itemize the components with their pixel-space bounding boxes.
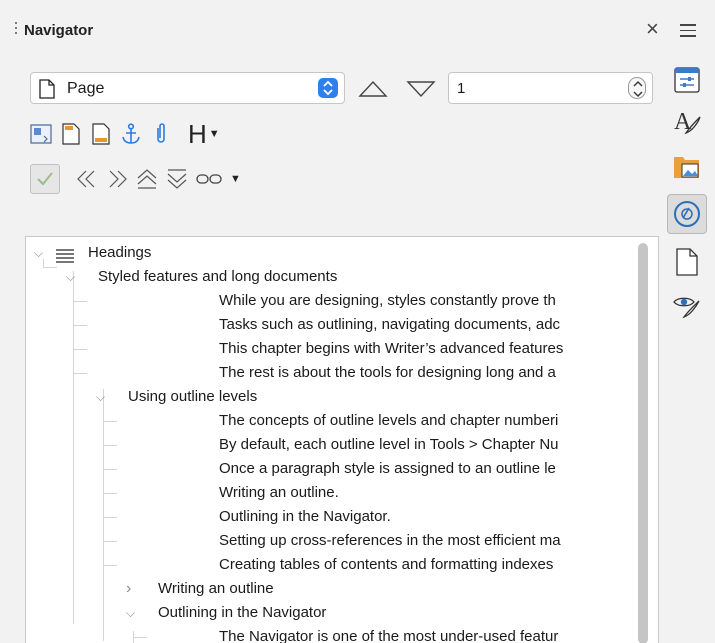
tree-guide: [133, 637, 147, 638]
chevron-down-icon[interactable]: ⌵: [126, 601, 135, 625]
navigator-icon[interactable]: [667, 194, 707, 234]
tree-item-label: Using outline levels: [128, 388, 258, 405]
tree-item[interactable]: Once a paragraph style is assigned to an…: [26, 457, 640, 481]
demote-chapter-icon[interactable]: [106, 167, 128, 191]
tree-guide: [103, 421, 117, 422]
promote-level-icon[interactable]: [136, 167, 158, 191]
drag-grip-icon[interactable]: [14, 22, 18, 38]
chevron-right-icon[interactable]: ›: [126, 577, 131, 601]
navigator-tree[interactable]: ⌵ Headings ⌵ Styled features and long doc…: [25, 236, 659, 643]
panel-title: Navigator: [24, 22, 94, 39]
tree-guide: [73, 325, 87, 326]
tree-item-label: While you are designing, styles constant…: [219, 292, 556, 309]
headings-icon: [56, 247, 74, 265]
page-icon: [39, 79, 55, 103]
tree-item[interactable]: The rest is about the tools for designin…: [26, 361, 640, 385]
page-number-field[interactable]: 1: [448, 72, 653, 104]
gallery-icon[interactable]: [667, 146, 707, 186]
tree-heading[interactable]: › Writing an outline: [26, 577, 640, 601]
tree-item-label: Writing an outline: [158, 580, 274, 597]
title-bar: Navigator ×: [0, 0, 715, 56]
tree-item[interactable]: The concepts of outline levels and chapt…: [26, 409, 640, 433]
chevron-down-icon[interactable]: ⌵: [34, 241, 43, 265]
tree-item[interactable]: Setting up cross-references in the most …: [26, 529, 640, 553]
chevron-down-icon[interactable]: ▼: [209, 128, 220, 140]
tree-heading[interactable]: ⌵ Styled features and long documents: [26, 265, 640, 289]
chevron-down-icon[interactable]: ▼: [230, 173, 241, 185]
menu-icon[interactable]: [680, 24, 696, 41]
toggle-master-icon[interactable]: [30, 122, 52, 146]
tree-guide: [103, 565, 117, 566]
select-arrows-icon[interactable]: [318, 78, 338, 98]
tree-item[interactable]: The Navigator is one of the most under-u…: [26, 625, 640, 643]
tree-item[interactable]: This chapter begins with Writer’s advanc…: [26, 337, 640, 361]
tree-item-label: Setting up cross-references in the most …: [219, 532, 561, 549]
tree-item-label: Creating tables of contents and formatti…: [219, 556, 554, 573]
heading-style-icon[interactable]: H: [188, 119, 207, 150]
page-icon[interactable]: [667, 242, 707, 282]
chevron-down-icon[interactable]: ⌵: [96, 385, 105, 409]
tree-item-label: Outlining in the Navigator.: [219, 508, 391, 525]
navigate-by-select[interactable]: Page: [30, 72, 345, 104]
navigator-toolbar-2: ▼: [30, 162, 241, 196]
tree-item[interactable]: Outlining in the Navigator.: [26, 505, 640, 529]
promote-chapter-icon[interactable]: [76, 167, 98, 191]
tree-item[interactable]: Creating tables of contents and formatti…: [26, 553, 640, 577]
tree-item-label: This chapter begins with Writer’s advanc…: [219, 340, 564, 357]
tree-root-headings[interactable]: ⌵ Headings: [26, 241, 640, 265]
tree-item-label: Styled features and long documents: [98, 268, 338, 285]
tree-item[interactable]: While you are designing, styles constant…: [26, 289, 640, 313]
tree-item[interactable]: Writing an outline.: [26, 481, 640, 505]
next-object-button[interactable]: [406, 80, 436, 102]
tree-guide: [73, 373, 87, 374]
tree-item[interactable]: By default, each outline level in Tools …: [26, 433, 640, 457]
drag-mode-icon[interactable]: [196, 167, 222, 191]
properties-icon[interactable]: [667, 60, 707, 100]
tree-guide: [73, 301, 87, 302]
tree-guide: [103, 445, 117, 446]
close-icon[interactable]: ×: [646, 18, 659, 40]
tree-item-label: Tasks such as outlining, navigating docu…: [219, 316, 561, 333]
endnote-icon[interactable]: [150, 122, 172, 146]
tree-guide: [103, 469, 117, 470]
tree-heading[interactable]: ⌵ Outlining in the Navigator: [26, 601, 640, 625]
navigate-by-value: Page: [67, 80, 105, 97]
tree-guide: [103, 541, 117, 542]
header-icon[interactable]: [60, 122, 82, 146]
tree-guide: [103, 493, 117, 494]
tree-item-label: By default, each outline level in Tools …: [219, 436, 559, 453]
navigator-toolbar-1: H ▼: [30, 118, 220, 150]
tree-item-label: The concepts of outline levels and chapt…: [219, 412, 559, 429]
previous-object-button[interactable]: [358, 80, 388, 102]
tree-item-label: Outlining in the Navigator: [158, 604, 327, 621]
tree-item-label: The rest is about the tools for designin…: [219, 364, 556, 381]
page-number-value: 1: [457, 80, 466, 97]
footer-icon[interactable]: [90, 122, 112, 146]
tree-guide: [73, 349, 87, 350]
tree-item-label: The Navigator is one of the most under-u…: [219, 628, 559, 643]
tree-scrollbar[interactable]: [638, 243, 648, 643]
spin-control-icon[interactable]: [628, 77, 646, 99]
styles-icon[interactable]: A: [667, 102, 707, 142]
tree-heading[interactable]: ⌵ Using outline levels: [26, 385, 640, 409]
tree-item-label: Once a paragraph style is assigned to an…: [219, 460, 556, 477]
tree-item[interactable]: Tasks such as outlining, navigating docu…: [26, 313, 640, 337]
demote-level-icon[interactable]: [166, 167, 188, 191]
chevron-down-icon[interactable]: ⌵: [66, 265, 75, 289]
tree-guide: [103, 517, 117, 518]
right-sidebar: A: [664, 56, 714, 643]
anchor-icon[interactable]: [120, 122, 142, 146]
style-inspector-icon[interactable]: [667, 286, 707, 326]
tree-root-label: Headings: [88, 244, 152, 261]
content-view-icon[interactable]: [30, 164, 60, 194]
navigator-panel: Navigator × Page 1 H ▼ ▼ ⌵ Headings ⌵ St…: [0, 0, 715, 643]
tree-item-label: Writing an outline.: [219, 484, 339, 501]
